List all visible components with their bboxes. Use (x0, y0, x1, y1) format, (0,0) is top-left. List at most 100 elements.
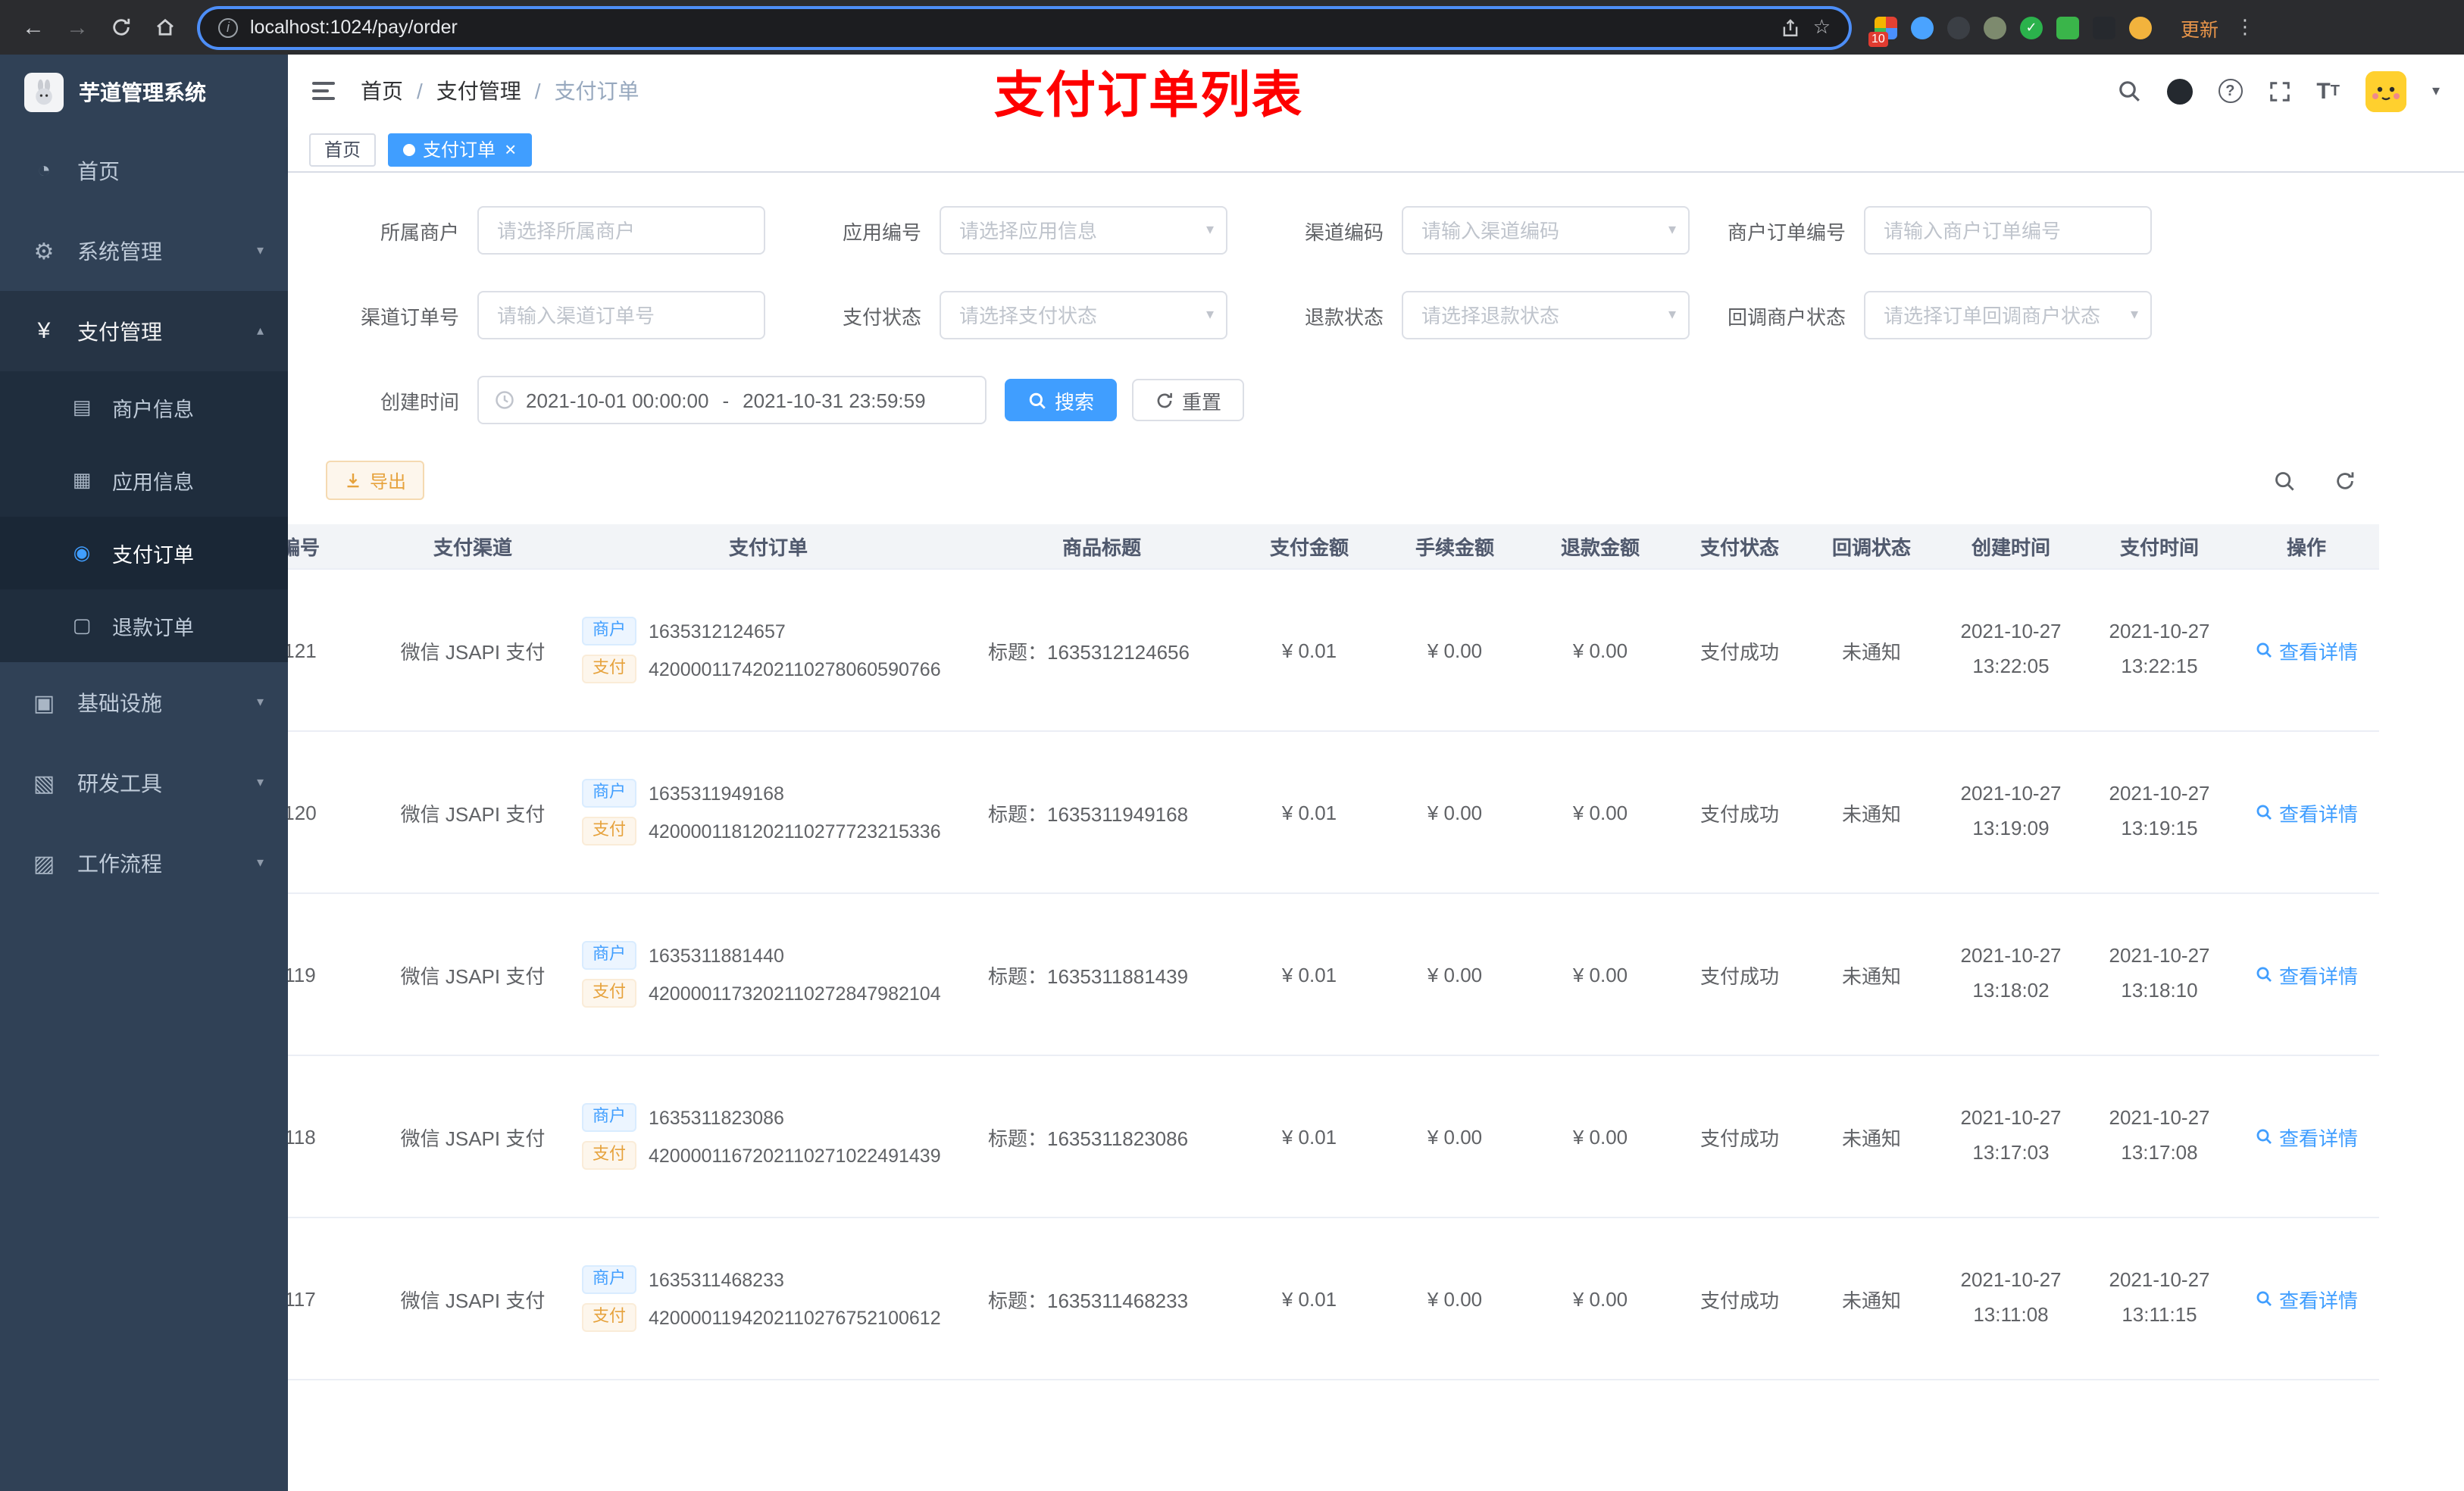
extension-icon[interactable] (1911, 16, 1934, 39)
pay-tag: 支付 (582, 979, 636, 1008)
filter-label: 退款状态 (1304, 305, 1384, 328)
pay-status-filter[interactable]: ▾ (940, 291, 1227, 339)
channel-order-no-filter[interactable] (477, 291, 765, 339)
sidebar-item-system[interactable]: ⚙ 系统管理 ▾ (0, 211, 288, 291)
search-icon[interactable] (2116, 79, 2140, 103)
app-no-select[interactable] (940, 206, 1227, 255)
owner-merchant-input[interactable] (477, 206, 765, 255)
tab-home[interactable]: 首页 (309, 133, 377, 166)
filter-row-2: 渠道订单号 支付状态 ▾ 退款状态 (303, 291, 2449, 339)
update-button[interactable]: 更新 (2181, 13, 2219, 42)
pay-status: 支付成功 (1699, 802, 1779, 825)
breadcrumb-home[interactable]: 首页 (361, 76, 403, 106)
paid-at: 2021-10-27 13:17:08 (2109, 1106, 2210, 1164)
tab-pay-order[interactable]: 支付订单 × (388, 133, 532, 166)
channel-code-select[interactable] (1402, 206, 1690, 255)
view-detail-link[interactable]: 查看详情 (2255, 636, 2358, 664)
search-button[interactable]: 搜索 (1005, 379, 1118, 421)
close-icon[interactable]: × (505, 139, 516, 159)
view-detail-link[interactable]: 查看详情 (2255, 1122, 2358, 1151)
order-id: 117 (288, 1287, 316, 1310)
pay-order-cell: 商户 1635312124657 支付 4200001174202110278060… (570, 608, 967, 692)
col-header-amount: 支付金额 (1269, 536, 1349, 559)
avatar[interactable] (2365, 70, 2406, 111)
share-icon[interactable] (1781, 17, 1801, 37)
refund-amount: ¥ 0.00 (1572, 639, 1628, 661)
fullscreen-icon[interactable] (2268, 80, 2290, 102)
extension-icon[interactable]: ✓ (2020, 16, 2043, 39)
callback-status-filter[interactable]: ▾ (1864, 291, 2152, 339)
sidebar-item-payment[interactable]: ¥ 支付管理 ▴ (0, 291, 288, 371)
extension-icon[interactable] (2056, 16, 2079, 39)
table-toolbar: 导出 (326, 461, 2449, 500)
sidebar-item-label: 支付管理 (77, 319, 162, 343)
sidebar-item-label: 支付订单 (112, 544, 194, 567)
product-title: 标题：1635311468233 (988, 1289, 1189, 1311)
view-detail-link[interactable]: 查看详情 (2255, 1284, 2358, 1313)
hide-search-icon[interactable] (2264, 461, 2303, 500)
merchant-order-no-filter[interactable] (1864, 206, 2152, 255)
extension-icon[interactable] (2129, 16, 2152, 39)
address-bar[interactable]: i localhost:1024/pay/order ☆ (200, 8, 1849, 46)
github-icon[interactable] (2166, 78, 2193, 104)
browser-toolbar: ← → i localhost:1024/pay/order ☆ 10 ✓ 更新 (0, 0, 2464, 55)
col-header-paid: 支付时间 (2119, 536, 2199, 559)
extension-icon[interactable]: 10 (1868, 16, 1897, 46)
pay-tag: 支付 (582, 1303, 636, 1332)
app-logo[interactable]: 芋道管理系统 (0, 55, 288, 130)
url-text[interactable]: localhost:1024/pay/order (250, 17, 1769, 38)
sidebar-item-workflow[interactable]: ▨ 工作流程 ▾ (0, 823, 288, 903)
channel-pay-no: 4200001173202110272847982104 (649, 983, 941, 1004)
export-button[interactable]: 导出 (326, 461, 425, 500)
reset-button[interactable]: 重置 (1132, 379, 1245, 421)
app-shell: 芋道管理系统 ◔ 首页 ⚙ 系统管理 ▾ ¥ 支付管理 ▴ ▤ 商户信息 ▦ 应… (0, 55, 2464, 1491)
sidebar-item-refund-order[interactable]: ▢ 退款订单 (0, 589, 288, 662)
refresh-icon[interactable] (106, 17, 136, 38)
refund-status-filter[interactable]: ▾ (1402, 291, 1690, 339)
order-id: 119 (288, 963, 316, 986)
sidebar-item-app-info[interactable]: ▦ 应用信息 (0, 444, 288, 517)
home-icon[interactable] (150, 17, 180, 38)
back-icon[interactable]: ← (18, 14, 48, 40)
extension-icon[interactable] (2093, 16, 2115, 39)
col-header-pay-status: 支付状态 (1699, 536, 1779, 559)
question-icon[interactable]: ? (2218, 79, 2243, 103)
sidebar-item-pay-order[interactable]: ◉ 支付订单 (0, 517, 288, 589)
font-size-icon[interactable]: TT (2316, 78, 2340, 104)
app-no-filter[interactable]: ▾ (940, 206, 1227, 255)
sidebar-item-dev-tools[interactable]: ▧ 研发工具 ▾ (0, 742, 288, 823)
merchant-order-no: 1635311468233 (649, 1269, 784, 1290)
breadcrumb-section[interactable]: 支付管理 (436, 76, 521, 106)
channel-order-no-input[interactable] (477, 291, 765, 339)
col-header-actions: 操作 (2286, 536, 2326, 559)
site-info-icon[interactable]: i (218, 17, 238, 37)
refresh-table-icon[interactable] (2325, 461, 2364, 500)
create-time-range-picker[interactable]: 2021-10-01 00:00:00 - 2021-10-31 23:59:5… (477, 376, 987, 424)
sidebar-item-infrastructure[interactable]: ▣ 基础设施 ▾ (0, 662, 288, 742)
pay-amount: ¥ 0.01 (1281, 1125, 1337, 1148)
forward-icon[interactable]: → (62, 14, 92, 40)
view-detail-link[interactable]: 查看详情 (2255, 960, 2358, 989)
pay-status: 支付成功 (1699, 1289, 1779, 1311)
target-icon: ◉ (73, 541, 91, 564)
sidebar-item-merchant-info[interactable]: ▤ 商户信息 (0, 371, 288, 444)
fee-amount: ¥ 0.00 (1427, 639, 1483, 661)
pay-status-select[interactable] (940, 291, 1227, 339)
extension-icon[interactable] (1984, 16, 2006, 39)
channel-pay-no: 4200001194202110276752100612 (649, 1307, 941, 1328)
sidebar-item-home[interactable]: ◔ 首页 (0, 130, 288, 211)
owner-merchant-filter[interactable] (477, 206, 765, 255)
browser-menu-icon[interactable]: ⋮ (2235, 15, 2255, 39)
view-detail-link[interactable]: 查看详情 (2255, 798, 2358, 827)
merchant-order-no-input[interactable] (1864, 206, 2152, 255)
sidebar-toggle-icon[interactable] (288, 55, 349, 127)
extension-icon[interactable] (1947, 16, 1970, 39)
channel-code-filter[interactable]: ▾ (1402, 206, 1690, 255)
date-end: 2021-10-31 23:59:59 (743, 389, 926, 411)
bookmark-star-icon[interactable]: ☆ (1813, 15, 1831, 39)
dashboard-icon: ◔ (36, 158, 52, 183)
caret-down-icon[interactable]: ▾ (2432, 83, 2440, 99)
paid-at: 2021-10-27 13:11:15 (2109, 1268, 2210, 1327)
callback-status-select[interactable] (1864, 291, 2152, 339)
refund-status-select[interactable] (1402, 291, 1690, 339)
